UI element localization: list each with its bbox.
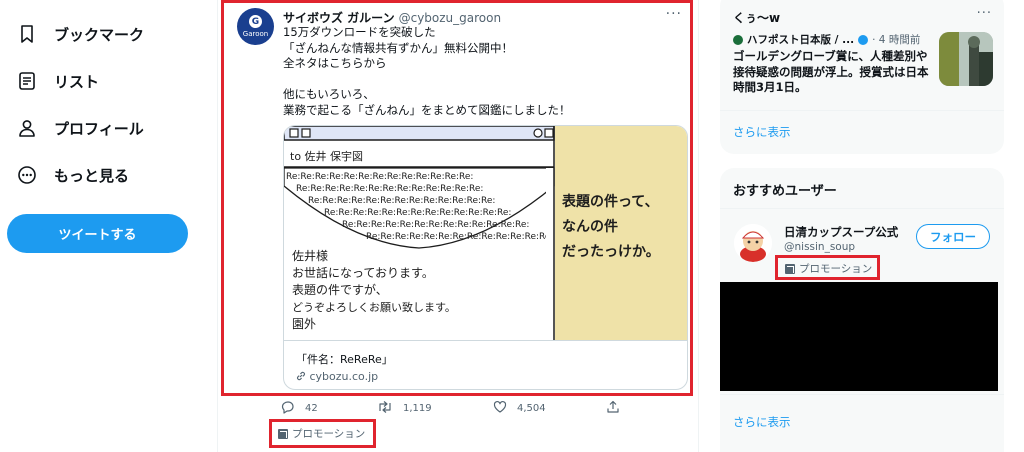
tweet-line: 業務で起こる「ざんねん」をまとめて図鑑にしました！ (283, 102, 571, 117)
nav-item-label: プロフィール (54, 119, 144, 138)
share-icon (606, 400, 620, 417)
avatar-text: Garoon (242, 30, 269, 38)
heart-icon (493, 400, 507, 417)
nav-item-label: ブックマーク (54, 25, 145, 44)
list-icon (14, 68, 40, 94)
nav-item-more[interactable]: もっと見る (14, 155, 129, 195)
news-headline: ゴールデングローブ賞に、人種差別や接待疑惑の問題が浮上。授賞式は日本時間3月1日… (733, 49, 929, 94)
card-image: Re:Re:Re:Re:Re:Re:Re:Re:Re:Re:Re:Re:Re: … (284, 126, 687, 340)
more-options-icon[interactable]: ··· (666, 6, 682, 22)
user-name: 日清カップスープ公式 (784, 225, 899, 239)
panel-title: おすすめユーザー (733, 184, 837, 199)
caption-line: だったっけか。 (562, 244, 660, 260)
timeline: G Garoon サイボウズ ガルーン @cybozu_garoon ··· 15… (217, 0, 699, 452)
bookmark-icon (14, 21, 40, 47)
link-icon (296, 371, 306, 384)
card-title: 「件名：ReReRe」 (296, 353, 393, 366)
news-time: · 4 時間前 (872, 34, 921, 46)
right-sidebar: くぅ〜w ··· ハフポスト日本版 / ... · 4 時間前 ゴールデングロー… (720, 0, 1004, 452)
author-name[interactable]: サイボウズ ガルーン (283, 11, 395, 25)
promotion-highlight: プロモーション (269, 419, 376, 448)
caption-line: なんの件 (562, 219, 618, 235)
card-caption: 表題の件って、 なんの件 だったっけか。 (562, 190, 684, 265)
re-text: Re:Re:Re:Re:Re:Re:Re:Re:Re:Re:Re:Re:Re: (342, 220, 529, 230)
show-more-link[interactable]: さらに表示 (733, 124, 791, 140)
avatar[interactable] (734, 224, 772, 262)
user-handle: @nissin_soup (784, 241, 856, 253)
promoted-icon (278, 428, 288, 439)
avatar[interactable]: G Garoon (237, 8, 274, 45)
nav-item-label: リスト (54, 72, 100, 91)
divider (720, 394, 1004, 395)
nav-item-label: もっと見る (54, 166, 130, 185)
card-domain: cybozu.co.jp (296, 370, 378, 384)
card-meta: 「件名：ReReRe」 cybozu.co.jp (284, 340, 687, 389)
promotion-highlight: プロモーション (775, 255, 880, 280)
re-text: Re:Re:Re:Re:Re:Re:Re:Re:Re:Re:Re:Re:Re: (324, 208, 511, 218)
hand-line: 佐井様 (292, 249, 329, 263)
profile-icon (14, 115, 40, 141)
source-name: ハフポスト日本版 / ... (747, 34, 855, 46)
source-logo-icon (733, 34, 743, 45)
retweet-button[interactable]: 1,119 (377, 400, 432, 417)
promotion-label[interactable]: プロモーション (278, 426, 373, 441)
reply-icon (281, 400, 295, 417)
divider (720, 208, 1004, 209)
promoted-tweet[interactable]: G Garoon サイボウズ ガルーン @cybozu_garoon ··· 15… (221, 0, 693, 396)
more-circle-icon (14, 162, 40, 188)
author-handle[interactable]: @cybozu_garoon (399, 11, 502, 25)
nav-item-profile[interactable]: プロフィール (14, 108, 144, 148)
re-text: Re:Re:Re:Re:Re:Re:Re:Re:Re:Re:Re:Re:Re: (308, 196, 495, 206)
retweet-count: 1,119 (403, 403, 432, 414)
verified-icon (858, 34, 869, 45)
card-handwritten-text: 佐井様 お世話になっております。 表題の件ですが、 どうぞよろしくお願い致します… (292, 248, 550, 333)
more-options-icon[interactable]: ··· (977, 6, 992, 21)
trends-panel: くぅ〜w ··· ハフポスト日本版 / ... · 4 時間前 ゴールデングロー… (720, 0, 1004, 154)
promoted-icon (785, 263, 795, 274)
hand-line: お世話になっております。 (292, 266, 434, 280)
panel-title: くぅ〜w (733, 11, 781, 25)
retweet-icon (377, 400, 393, 417)
card-domain-text: cybozu.co.jp (309, 370, 379, 383)
share-button[interactable] (606, 400, 620, 417)
blacked-out-region (720, 282, 998, 391)
caption-line: 表題の件って、 (562, 194, 659, 210)
promotion-label[interactable]: プロモーション (785, 261, 877, 276)
tweet-actions: 42 1,119 4,504 (281, 400, 661, 418)
hand-line: 園外 (292, 317, 317, 331)
re-text: Re:Re:Re:Re:Re:Re:Re:Re:Re:Re:Re:Re:Re: (366, 232, 553, 242)
tweet-header: サイボウズ ガルーン @cybozu_garoon (283, 9, 501, 26)
like-button[interactable]: 4,504 (493, 400, 546, 417)
news-item[interactable]: ハフポスト日本版 / ... · 4 時間前 ゴールデングローブ賞に、人種差別や… (733, 32, 993, 94)
reply-count: 42 (305, 403, 318, 414)
left-navigation: ブックマーク リスト プロフィール もっと見る ツイートする (0, 0, 200, 452)
news-thumbnail (939, 32, 993, 86)
avatar-logo: G (249, 15, 262, 28)
card-to-line: to 佐井 保宇図 (290, 150, 364, 163)
hand-line: どうぞよろしくお願い致します。 (292, 301, 456, 314)
tweet-line (283, 72, 683, 88)
divider (720, 110, 1004, 111)
follow-button[interactable]: フォロー (916, 224, 990, 249)
tweet-line: 15万ダウンロードを突破した (283, 25, 436, 39)
nav-item-lists[interactable]: リスト (14, 61, 99, 101)
re-text: Re:Re:Re:Re:Re:Re:Re:Re:Re:Re:Re:Re:Re: (296, 184, 483, 194)
reply-button[interactable]: 42 (281, 400, 318, 417)
who-to-follow-footer: さらに表示 (720, 394, 1004, 452)
tweet-line: 他にもいろいろ、 (283, 87, 375, 101)
tweet-text: 15万ダウンロードを突破した 「ざんねんな情報共有ずかん」無料公開中！ 全ネタは… (283, 25, 683, 118)
re-text: Re:Re:Re:Re:Re:Re:Re:Re:Re:Re:Re:Re:Re: (286, 172, 473, 182)
link-card[interactable]: Re:Re:Re:Re:Re:Re:Re:Re:Re:Re:Re:Re:Re: … (283, 125, 688, 390)
nav-item-bookmarks[interactable]: ブックマーク (14, 14, 144, 54)
like-count: 4,504 (517, 403, 546, 414)
tweet-line: 全ネタはこちらから (283, 56, 387, 70)
hand-line: 表題の件ですが、 (292, 283, 388, 297)
tweet-button[interactable]: ツイートする (7, 214, 188, 253)
promotion-text: プロモーション (292, 428, 366, 440)
tweet-line: 「ざんねんな情報共有ずかん」無料公開中！ (283, 40, 513, 55)
show-more-link[interactable]: さらに表示 (733, 414, 791, 430)
promotion-text: プロモーション (799, 263, 873, 275)
